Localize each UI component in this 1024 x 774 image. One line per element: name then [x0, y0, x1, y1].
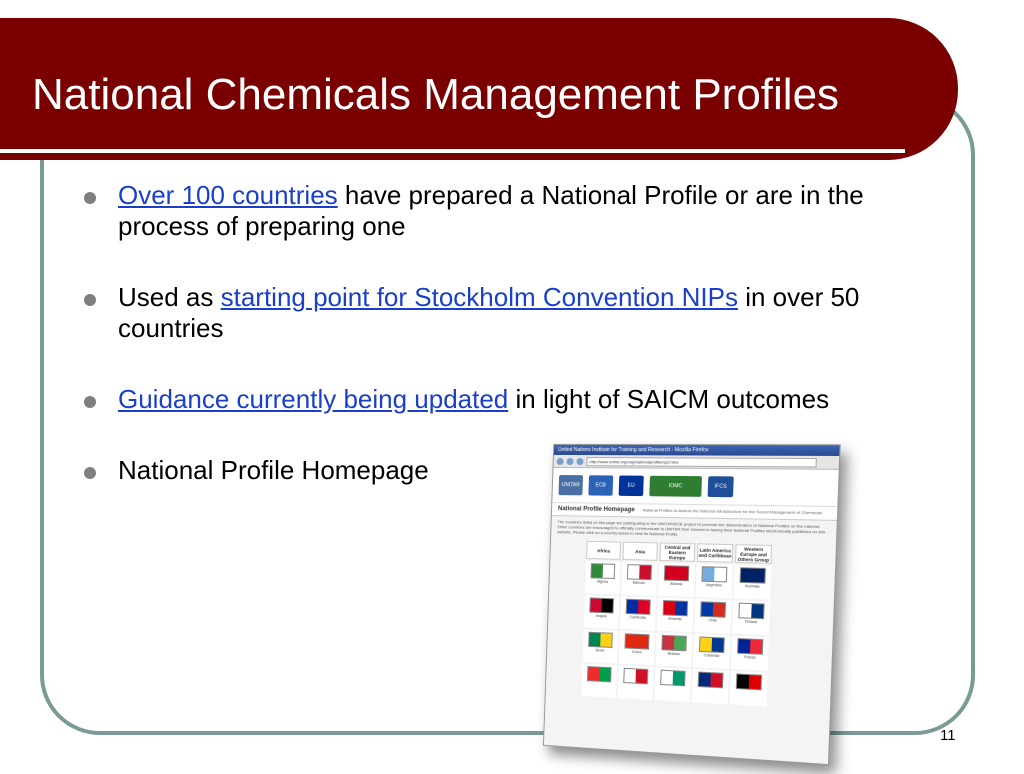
- country-table: Africa Asia Central and Eastern Europe Lati…: [581, 541, 836, 710]
- bullet-text: National Profile Homepage: [118, 455, 429, 485]
- flag-icon[interactable]: [664, 565, 690, 581]
- slide-title: National Chemicals Management Profiles: [32, 70, 839, 120]
- flag-icon[interactable]: [700, 601, 726, 617]
- country-cell[interactable]: Bahrain: [621, 562, 657, 596]
- logo-eu-icon: EU: [619, 476, 644, 497]
- country-cell[interactable]: Cambodia: [620, 597, 656, 631]
- flag-icon[interactable]: [661, 635, 686, 651]
- country-cell[interactable]: China: [619, 631, 655, 665]
- country-label[interactable]: Armenia: [668, 617, 682, 622]
- flag-icon[interactable]: [698, 672, 724, 689]
- country-cell[interactable]: Angola: [584, 595, 619, 629]
- flag-icon[interactable]: [624, 633, 649, 649]
- logo-iomc-icon: IOMC: [649, 476, 702, 497]
- flag-icon[interactable]: [737, 638, 763, 655]
- country-label[interactable]: Chile: [708, 618, 717, 622]
- country-cell[interactable]: Argentina: [696, 564, 733, 598]
- country-cell[interactable]: Colombia: [693, 634, 730, 669]
- bullet-dot-icon: [84, 396, 96, 408]
- stockholm-nips-link[interactable]: starting point for Stockholm Convention …: [221, 282, 738, 312]
- country-label[interactable]: Argentina: [706, 583, 722, 588]
- window-title-bar: United Nations Institute for Training an…: [554, 445, 840, 456]
- title-underline: [0, 149, 905, 153]
- flag-icon[interactable]: [699, 636, 725, 653]
- guidance-link[interactable]: Guidance currently being updated: [118, 384, 508, 414]
- bullet-item: Used as starting point for Stockholm Con…: [82, 282, 942, 344]
- bullet-dot-icon: [84, 192, 96, 204]
- homepage-heading-sub: National Profiles to Assess the National…: [643, 507, 823, 515]
- flag-icon[interactable]: [738, 603, 764, 620]
- country-label[interactable]: Benin: [595, 648, 604, 652]
- title-bar: National Chemicals Management Profiles: [0, 18, 958, 160]
- homepage-paragraph: The countries listed on this page are pa…: [557, 519, 830, 540]
- flag-icon[interactable]: [627, 564, 652, 580]
- logo-ifcs-icon: IFCS: [708, 476, 734, 497]
- reload-icon: [576, 458, 583, 465]
- flag-icon[interactable]: [660, 670, 685, 687]
- logo-unitar-icon: UNITAR: [558, 475, 583, 495]
- bullet-dot-icon: [84, 294, 96, 306]
- national-profile-homepage-screenshot: United Nations Institute for Training an…: [543, 444, 850, 774]
- flag-icon[interactable]: [740, 567, 766, 583]
- flag-icon[interactable]: [587, 666, 612, 682]
- country-cell[interactable]: Chile: [694, 599, 731, 634]
- logo-ecb-icon: ECB: [588, 475, 613, 495]
- flag-icon[interactable]: [590, 563, 615, 579]
- country-label[interactable]: China: [632, 650, 642, 655]
- country-label[interactable]: Angola: [596, 614, 607, 618]
- country-cell[interactable]: Armenia: [657, 598, 694, 632]
- address-bar: http://www.unitar.org/cwg/nationalprofil…: [586, 457, 817, 467]
- flag-icon[interactable]: [663, 600, 689, 616]
- country-label[interactable]: Belarus: [667, 652, 679, 657]
- country-label[interactable]: Albania: [670, 582, 682, 586]
- browser-window: United Nations Institute for Training an…: [543, 444, 841, 765]
- country-label[interactable]: Cambodia: [630, 615, 646, 620]
- country-cell[interactable]: Australia: [734, 565, 772, 600]
- bullet-text: in light of SAICM outcomes: [508, 384, 829, 414]
- country-label[interactable]: Australia: [745, 584, 760, 589]
- country-cell[interactable]: Algeria: [585, 561, 620, 594]
- flag-icon[interactable]: [588, 632, 613, 648]
- column-header: Asia: [622, 542, 657, 561]
- country-cell[interactable]: Finland: [732, 600, 770, 635]
- bullet-item: Over 100 countries have prepared a Natio…: [82, 180, 942, 242]
- homepage-heading-text: National Profile Homepage: [558, 506, 635, 513]
- flag-icon[interactable]: [736, 673, 762, 690]
- country-label[interactable]: Algeria: [597, 579, 608, 583]
- country-cell[interactable]: Albania: [658, 563, 695, 597]
- bullet-item: Guidance currently being updated in ligh…: [82, 384, 942, 415]
- country-cell[interactable]: [730, 671, 768, 706]
- flag-icon[interactable]: [589, 597, 614, 613]
- column-header: Africa: [586, 541, 621, 560]
- flag-icon[interactable]: [626, 599, 651, 615]
- country-label[interactable]: Colombia: [704, 653, 720, 658]
- flag-icon[interactable]: [701, 566, 727, 582]
- bullet-dot-icon: [84, 467, 96, 479]
- logo-row: UNITAR ECB EU IOMC IFCS: [552, 468, 838, 507]
- country-cell[interactable]: [692, 669, 729, 704]
- country-cell[interactable]: Benin: [583, 630, 618, 664]
- country-label[interactable]: Finland: [745, 620, 757, 625]
- bullet-text: Used as: [118, 282, 221, 312]
- column-header: Latin America and Caribbean: [697, 543, 734, 563]
- country-cell[interactable]: [618, 666, 654, 700]
- country-cell[interactable]: [654, 667, 690, 702]
- country-cell[interactable]: France: [731, 636, 769, 671]
- country-cell[interactable]: Belarus: [656, 633, 693, 667]
- forward-icon: [566, 457, 573, 464]
- column-header: Central and Eastern Europe: [659, 542, 695, 561]
- back-icon: [557, 457, 564, 464]
- countries-link[interactable]: Over 100 countries: [118, 180, 338, 210]
- page-number: 11: [940, 727, 956, 744]
- country-label[interactable]: Bahrain: [633, 581, 646, 585]
- country-cell[interactable]: [581, 664, 616, 698]
- country-label[interactable]: France: [744, 655, 756, 660]
- homepage-heading: National Profile Homepage National Profi…: [552, 503, 837, 521]
- flag-icon[interactable]: [623, 668, 648, 685]
- column-header: Western Europe and Others Group: [735, 544, 772, 564]
